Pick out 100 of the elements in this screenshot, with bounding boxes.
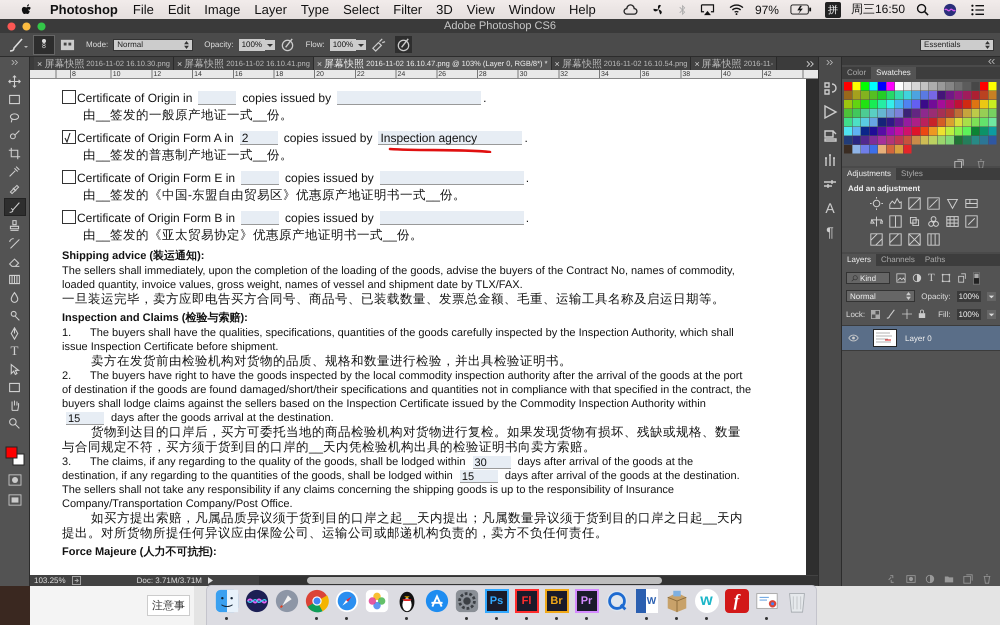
adjustment-filter-icon[interactable] xyxy=(912,273,922,283)
move-icon[interactable] xyxy=(902,309,912,319)
app-icon[interactable]: f xyxy=(724,589,748,613)
caret-icon[interactable] xyxy=(356,40,366,50)
siri-icon[interactable] xyxy=(943,2,957,16)
type-tool[interactable]: T xyxy=(4,342,26,360)
flow-field[interactable]: 100% xyxy=(330,38,356,50)
days-field[interactable]: 30 xyxy=(472,456,511,469)
half-circle-icon[interactable] xyxy=(925,574,935,584)
adjustment-icon[interactable] xyxy=(908,197,921,210)
layer-row[interactable]: Layer 0 xyxy=(842,325,1000,351)
zoom-level[interactable]: 103.25% xyxy=(34,576,66,585)
copies-field[interactable] xyxy=(241,171,280,185)
workspace-dropdown[interactable]: Essentials xyxy=(920,38,994,50)
adjustment-icon[interactable] xyxy=(946,197,959,210)
menu-item[interactable]: Image xyxy=(204,2,240,17)
adjustment-icon[interactable] xyxy=(870,215,883,228)
padlock-icon[interactable] xyxy=(918,309,926,319)
adjustment-icon[interactable] xyxy=(889,197,902,210)
checkbox[interactable] xyxy=(62,170,76,184)
menu-item[interactable]: 3D xyxy=(436,2,453,17)
input-method-indicator[interactable]: 拼 xyxy=(824,2,841,18)
adjustment-icon[interactable] xyxy=(965,197,978,210)
menu-item[interactable]: File xyxy=(132,2,154,17)
app-icon[interactable]: Ps xyxy=(484,589,508,613)
type-filter-button[interactable]: T xyxy=(928,272,935,284)
menu-item[interactable]: Window xyxy=(508,2,555,17)
clock[interactable]: 周三16:50 xyxy=(850,1,905,18)
adjustment-icon[interactable] xyxy=(965,215,978,228)
copies-field[interactable] xyxy=(241,211,280,225)
adjustment-icon[interactable] xyxy=(908,233,921,246)
eye-icon[interactable] xyxy=(848,334,859,342)
issuer-field[interactable] xyxy=(337,91,482,105)
fill-field[interactable]: 100% xyxy=(956,308,981,320)
foreground-background-colors[interactable] xyxy=(4,446,24,466)
list-icon[interactable] xyxy=(971,4,985,16)
adjustment-icon[interactable] xyxy=(870,197,883,210)
issuer-field[interactable] xyxy=(380,171,524,185)
close-button[interactable] xyxy=(7,22,16,30)
panel-tab[interactable]: Paths xyxy=(920,254,950,266)
tab-close-button[interactable]: × xyxy=(694,58,700,68)
export-icon[interactable] xyxy=(72,576,81,585)
history-panel-icon[interactable] xyxy=(822,80,838,96)
panel-tab[interactable]: Adjustments xyxy=(842,168,896,180)
menu-item[interactable]: Type xyxy=(300,2,330,17)
adjustment-icon[interactable] xyxy=(870,233,883,246)
mode-dropdown[interactable]: Normal xyxy=(113,38,194,50)
brush-tool[interactable] xyxy=(4,198,26,216)
checkbox[interactable] xyxy=(62,130,76,144)
brush-icon[interactable] xyxy=(886,309,896,319)
menu-item[interactable]: View xyxy=(466,2,495,17)
document-app-icon[interactable]: W xyxy=(636,589,658,613)
play-arrow-icon[interactable] xyxy=(208,577,213,584)
adjustment-icon[interactable] xyxy=(889,215,902,228)
tab-close-button[interactable]: × xyxy=(554,58,560,68)
screen-mode-icon[interactable] xyxy=(8,494,22,506)
apple-logo-icon[interactable] xyxy=(21,2,33,16)
panel-tab[interactable]: Channels xyxy=(876,254,920,266)
panel-tab[interactable]: Color xyxy=(842,67,872,79)
new-swatch-icon[interactable] xyxy=(954,159,964,169)
airbrush-icon[interactable] xyxy=(370,37,386,52)
wifi-icon[interactable] xyxy=(728,4,744,15)
double-chevron-icon[interactable] xyxy=(10,60,18,65)
app-icon[interactable]: Fl xyxy=(514,589,538,613)
caret-icon[interactable] xyxy=(264,40,275,50)
menu-item[interactable]: Layer xyxy=(254,2,287,17)
adjustment-icon[interactable] xyxy=(927,233,940,246)
opacity-field[interactable]: 100% xyxy=(956,290,982,302)
trash-icon[interactable] xyxy=(982,574,992,584)
panel-button[interactable]: A xyxy=(825,200,835,216)
toggle-switch-icon[interactable] xyxy=(972,272,980,284)
gear-icon[interactable] xyxy=(454,588,480,614)
brushes-panel-icon[interactable] xyxy=(822,152,838,168)
caret-icon[interactable] xyxy=(986,310,996,318)
zoom-button[interactable] xyxy=(37,22,46,30)
minimize-button[interactable] xyxy=(22,22,31,30)
menu-item[interactable]: Filter xyxy=(393,2,422,17)
mask-icon[interactable] xyxy=(906,574,916,584)
search-icon[interactable] xyxy=(916,3,929,16)
adjustment-icon[interactable] xyxy=(927,197,940,210)
menu-item[interactable]: Edit xyxy=(168,2,190,17)
panel-tab[interactable]: Styles xyxy=(896,168,928,180)
app-icon[interactable]: Pr xyxy=(574,589,598,613)
compass-icon[interactable] xyxy=(334,588,360,614)
display-icon[interactable] xyxy=(700,4,715,16)
pressure-icon[interactable] xyxy=(394,36,412,53)
double-chevron-icon[interactable] xyxy=(988,58,996,64)
tab-close-button[interactable]: × xyxy=(176,58,182,68)
smart-object-filter-icon[interactable] xyxy=(956,273,967,283)
menu-item[interactable]: Select xyxy=(343,2,380,17)
opacity-field[interactable]: 100% xyxy=(238,38,265,50)
blend-mode-dropdown[interactable]: Normal xyxy=(846,290,916,302)
adjustment-icon[interactable] xyxy=(946,215,959,228)
panel-tab[interactable]: Layers xyxy=(842,254,876,266)
brush-icon[interactable] xyxy=(8,36,28,52)
cloud-icon[interactable] xyxy=(622,4,638,15)
tab-close-button[interactable]: × xyxy=(316,58,322,68)
folder-icon[interactable] xyxy=(944,574,954,584)
trash-icon[interactable] xyxy=(976,159,986,169)
copies-field[interactable] xyxy=(198,91,236,105)
